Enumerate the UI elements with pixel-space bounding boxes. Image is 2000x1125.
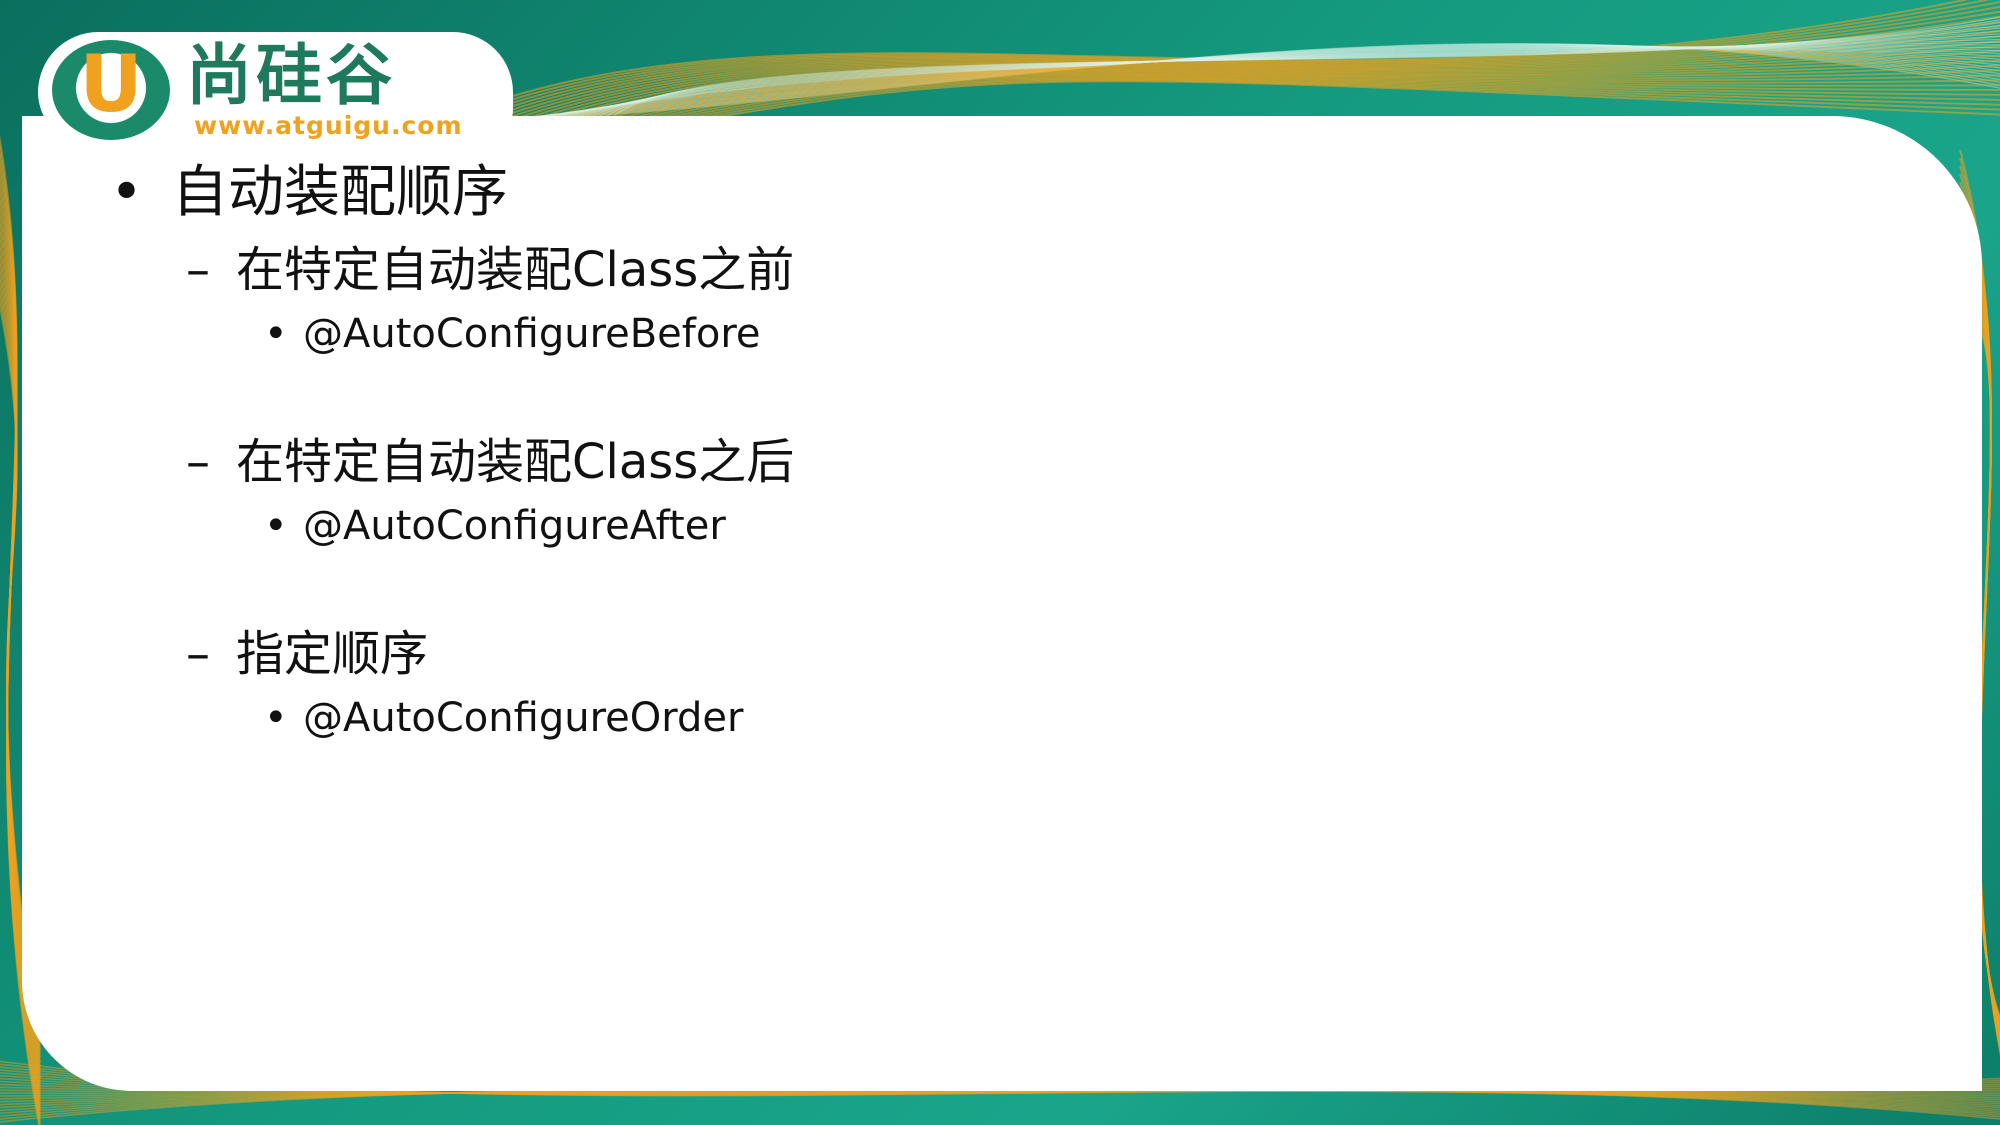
- dash-marker-level2: –: [186, 626, 210, 682]
- annotation-auto-configure-order: @AutoConfigureOrder: [303, 695, 744, 741]
- annotation-auto-configure-after: @AutoConfigureAfter: [303, 503, 726, 549]
- bullet-marker-level1: •: [110, 160, 144, 225]
- slide: U 尚硅谷 www.atguigu.com • 自动装配顺序 – 在特定自动装配…: [0, 0, 2000, 1125]
- logo-name-cn: 尚硅谷: [186, 37, 396, 114]
- bullet-marker-level3: •: [264, 311, 288, 357]
- dash-marker-level2: –: [186, 242, 210, 298]
- slide-title-bullet: 自动装配顺序: [172, 160, 508, 225]
- bullet-marker-level3: •: [264, 695, 288, 741]
- logo-letter: U: [79, 40, 143, 130]
- bullet-marker-level3: •: [264, 503, 288, 549]
- atguigu-logo: U 尚硅谷 www.atguigu.com: [38, 32, 513, 144]
- sub-bullet-before: 在特定自动装配Class之前: [236, 242, 795, 298]
- dash-marker-level2: –: [186, 434, 210, 490]
- logo-url: www.atguigu.com: [194, 111, 463, 140]
- sub-bullet-order: 指定顺序: [236, 626, 429, 682]
- annotation-auto-configure-before: @AutoConfigureBefore: [303, 311, 761, 357]
- sub-bullet-after: 在特定自动装配Class之后: [236, 434, 795, 490]
